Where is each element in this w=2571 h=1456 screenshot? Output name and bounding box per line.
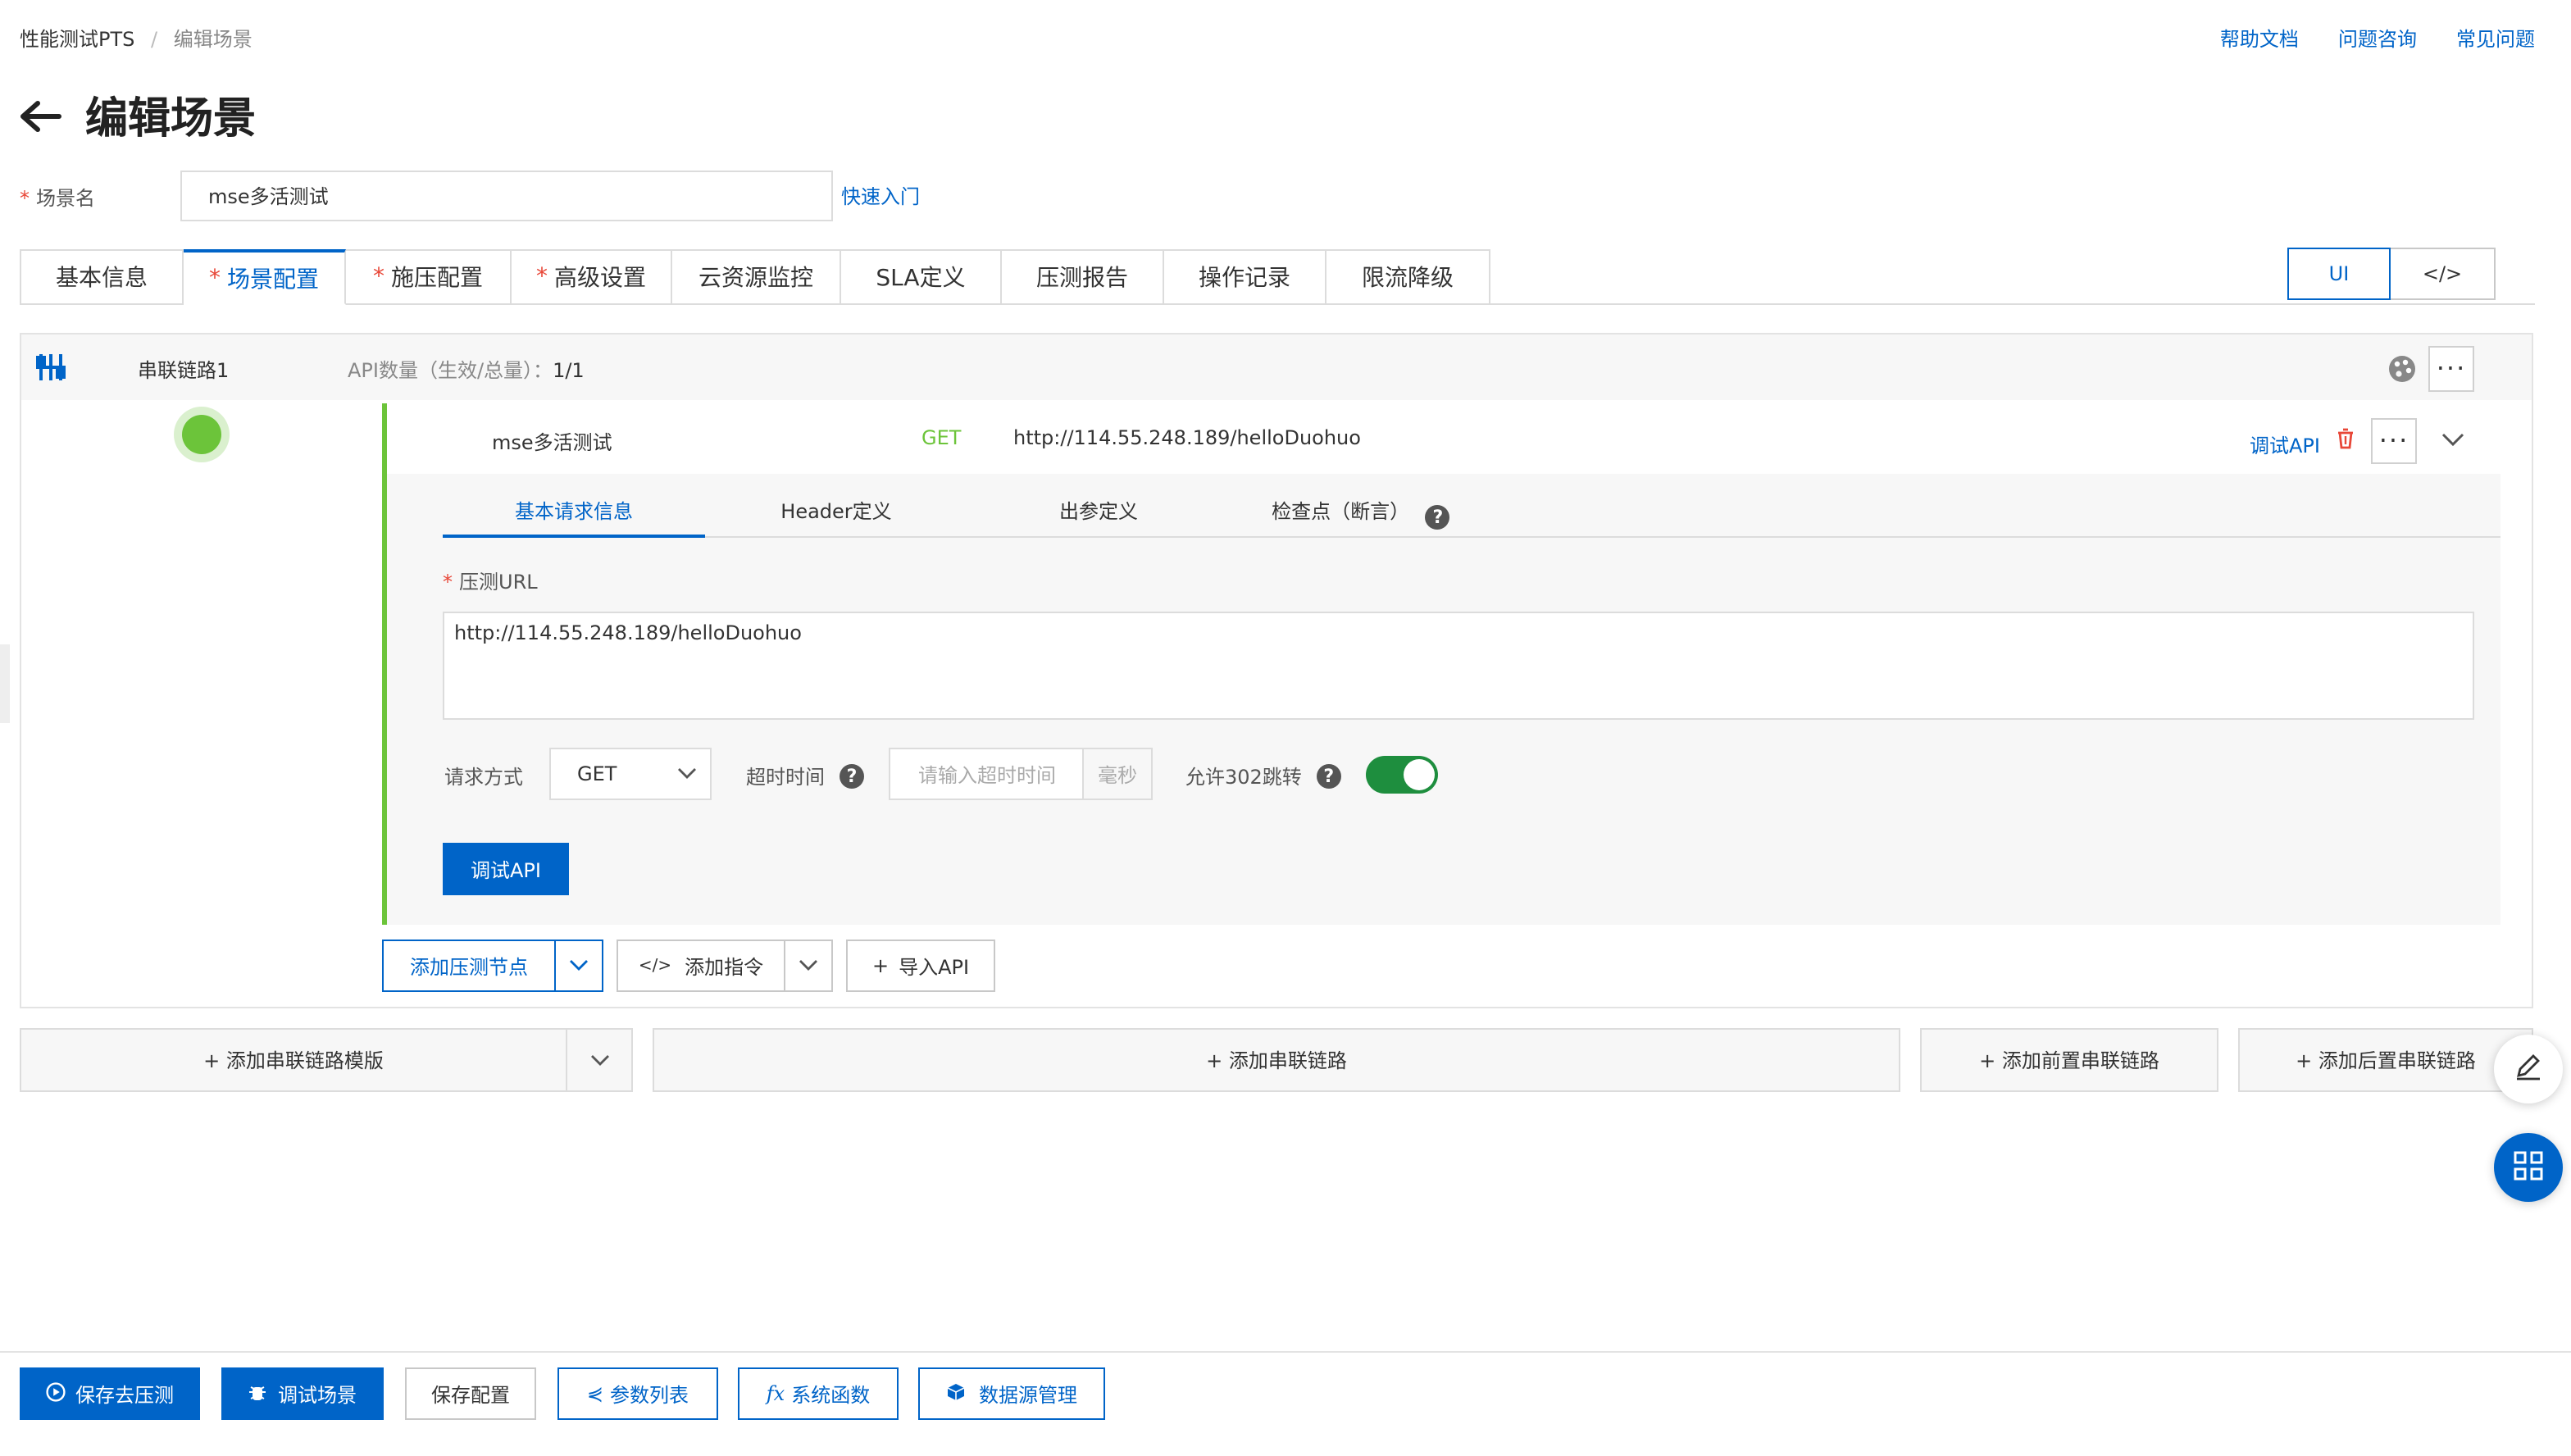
palette-icon[interactable] [2387,354,2417,389]
breadcrumb: 性能测试PTS / 编辑场景 [20,25,253,52]
timeout-label: 超时时间 ? [746,762,865,790]
chevron-down-icon[interactable] [2441,430,2464,453]
plus-icon: + [871,954,890,977]
add-pre-chain-button[interactable]: + 添加前置串联链路 [1920,1028,2218,1092]
add-node-button[interactable]: 添加压测节点 [382,940,556,992]
add-template-dropdown[interactable] [567,1028,633,1092]
top-links: 帮助文档 问题咨询 常见问题 [2220,25,2535,52]
functions-button[interactable]: fx 系统函数 [738,1367,899,1420]
add-template-group: + 添加串联链路模版 [20,1028,633,1092]
edit-icon [2514,1052,2543,1086]
ui-view-button[interactable]: UI [2287,248,2391,300]
quick-start-link[interactable]: 快速入门 [841,182,920,210]
tab-cloud-monitor[interactable]: 云资源监控 [672,249,841,305]
help-icon[interactable]: ? [840,764,865,789]
add-chain-button[interactable]: + 添加串联链路 [653,1028,1900,1092]
debug-scene-button[interactable]: 调试场景 [221,1367,384,1420]
side-handle[interactable] [0,644,10,723]
view-toggle: UI </> [2287,248,2496,300]
debug-api-button[interactable]: 调试API [443,843,569,895]
url-textarea[interactable]: http://114.55.248.189/helloDuohuo [443,612,2474,720]
add-node-group: 添加压测节点 [382,940,603,992]
apps-grid-icon [2514,1150,2543,1185]
tab-advanced[interactable]: * 高级设置 [512,249,672,305]
scene-name-input[interactable]: mse多活测试 [180,171,833,221]
params-button[interactable]: ⋞ 参数列表 [557,1367,718,1420]
play-icon [46,1381,66,1406]
apps-float-button[interactable] [2494,1133,2563,1202]
tab-bar: 基本信息 * 场景配置 * 施压配置 * 高级设置 云资源监控 SLA定义 压测报告 … [20,249,1490,305]
api-more-button[interactable]: ··· [2371,418,2417,464]
breadcrumb-current: 编辑场景 [173,28,253,51]
timeout-input[interactable]: 请输入超时时间 毫秒 [889,748,1153,800]
inner-tab-bar: 基本请求信息 Header定义 出参定义 检查点（断言） ? [443,487,2500,538]
edit-float-button[interactable] [2494,1035,2563,1103]
breadcrumb-root[interactable]: 性能测试PTS [20,28,134,51]
tab-rate-limit[interactable]: 限流降级 [1326,249,1490,305]
timeout-placeholder: 请输入超时时间 [890,749,1084,799]
redirect-label: 允许302跳转 ? [1185,762,1341,790]
inner-tab-output[interactable]: 出参定义 [967,487,1230,536]
code-icon: </> [638,957,672,975]
more-icon: ··· [2378,425,2409,456]
help-docs-link[interactable]: 帮助文档 [2220,25,2299,52]
tab-scene-config[interactable]: * 场景配置 [184,249,346,305]
add-cmd-dropdown[interactable] [785,940,833,992]
trash-icon[interactable] [2337,428,2355,454]
scene-name-label: * 场景名 [20,187,96,210]
faq-link[interactable]: 常见问题 [2456,25,2535,52]
method-label: 请求方式 [444,766,524,789]
inner-tab-header[interactable]: Header定义 [705,487,967,536]
tab-sla[interactable]: SLA定义 [841,249,1002,305]
cube-icon [946,1381,966,1406]
page-title: 编辑场景 [85,95,257,144]
timeout-unit: 毫秒 [1084,749,1151,799]
chevron-down-icon [569,954,589,977]
chevron-down-icon [677,762,697,785]
share-icon: ⋞ [586,1382,604,1405]
add-template-button[interactable]: + 添加串联链路模版 [20,1028,567,1092]
tab-load-config[interactable]: * 施压配置 [346,249,512,305]
page-header: 编辑场景 [20,85,256,146]
add-post-chain-button[interactable]: + 添加后置串联链路 [2238,1028,2533,1092]
method-select[interactable]: GET [549,748,712,800]
tab-basic-info[interactable]: 基本信息 [20,249,184,305]
fx-icon: fx [766,1382,785,1405]
api-url: http://114.55.248.189/helloDuohuo [1013,426,1361,449]
bug-icon [248,1381,268,1406]
add-node-dropdown[interactable] [556,940,603,992]
redirect-toggle[interactable] [1366,756,1438,794]
chain-name[interactable]: 串联链路1 [138,356,229,384]
tab-report[interactable]: 压测报告 [1002,249,1164,305]
chevron-down-icon [799,954,818,977]
debug-api-link[interactable]: 调试API [2250,431,2320,459]
chain-more-button[interactable]: ··· [2428,346,2474,392]
add-cmd-button[interactable]: </> 添加指令 [617,940,785,992]
tab-op-log[interactable]: 操作记录 [1164,249,1326,305]
api-method: GET [921,426,962,449]
code-view-button[interactable]: </> [2391,248,2496,300]
consult-link[interactable]: 问题咨询 [2338,25,2417,52]
datasource-button[interactable]: 数据源管理 [918,1367,1105,1420]
save-config-button[interactable]: 保存配置 [405,1367,536,1420]
import-api-button[interactable]: + 导入API [846,940,995,992]
inner-tab-assertion[interactable]: 检查点（断言） ? [1230,487,1492,536]
breadcrumb-separator: / [151,28,158,51]
footer-divider [0,1351,2571,1353]
api-count: API数量（生效/总量）：1/1 [348,359,585,382]
inner-tab-basic[interactable]: 基本请求信息 [443,487,705,538]
more-icon: ··· [2436,353,2467,384]
url-label: * 压测URL [443,571,538,594]
api-name[interactable]: mse多活测试 [492,428,612,456]
save-run-button[interactable]: 保存去压测 [20,1367,200,1420]
chain-icon [34,353,67,387]
help-icon[interactable]: ? [1316,764,1341,789]
help-icon[interactable]: ? [1425,505,1450,530]
add-cmd-group: </> 添加指令 [617,940,833,992]
status-dot [174,407,230,462]
tab-bar-underline [1490,303,2535,305]
back-arrow-icon[interactable] [20,93,66,139]
chevron-down-icon [589,1049,609,1072]
